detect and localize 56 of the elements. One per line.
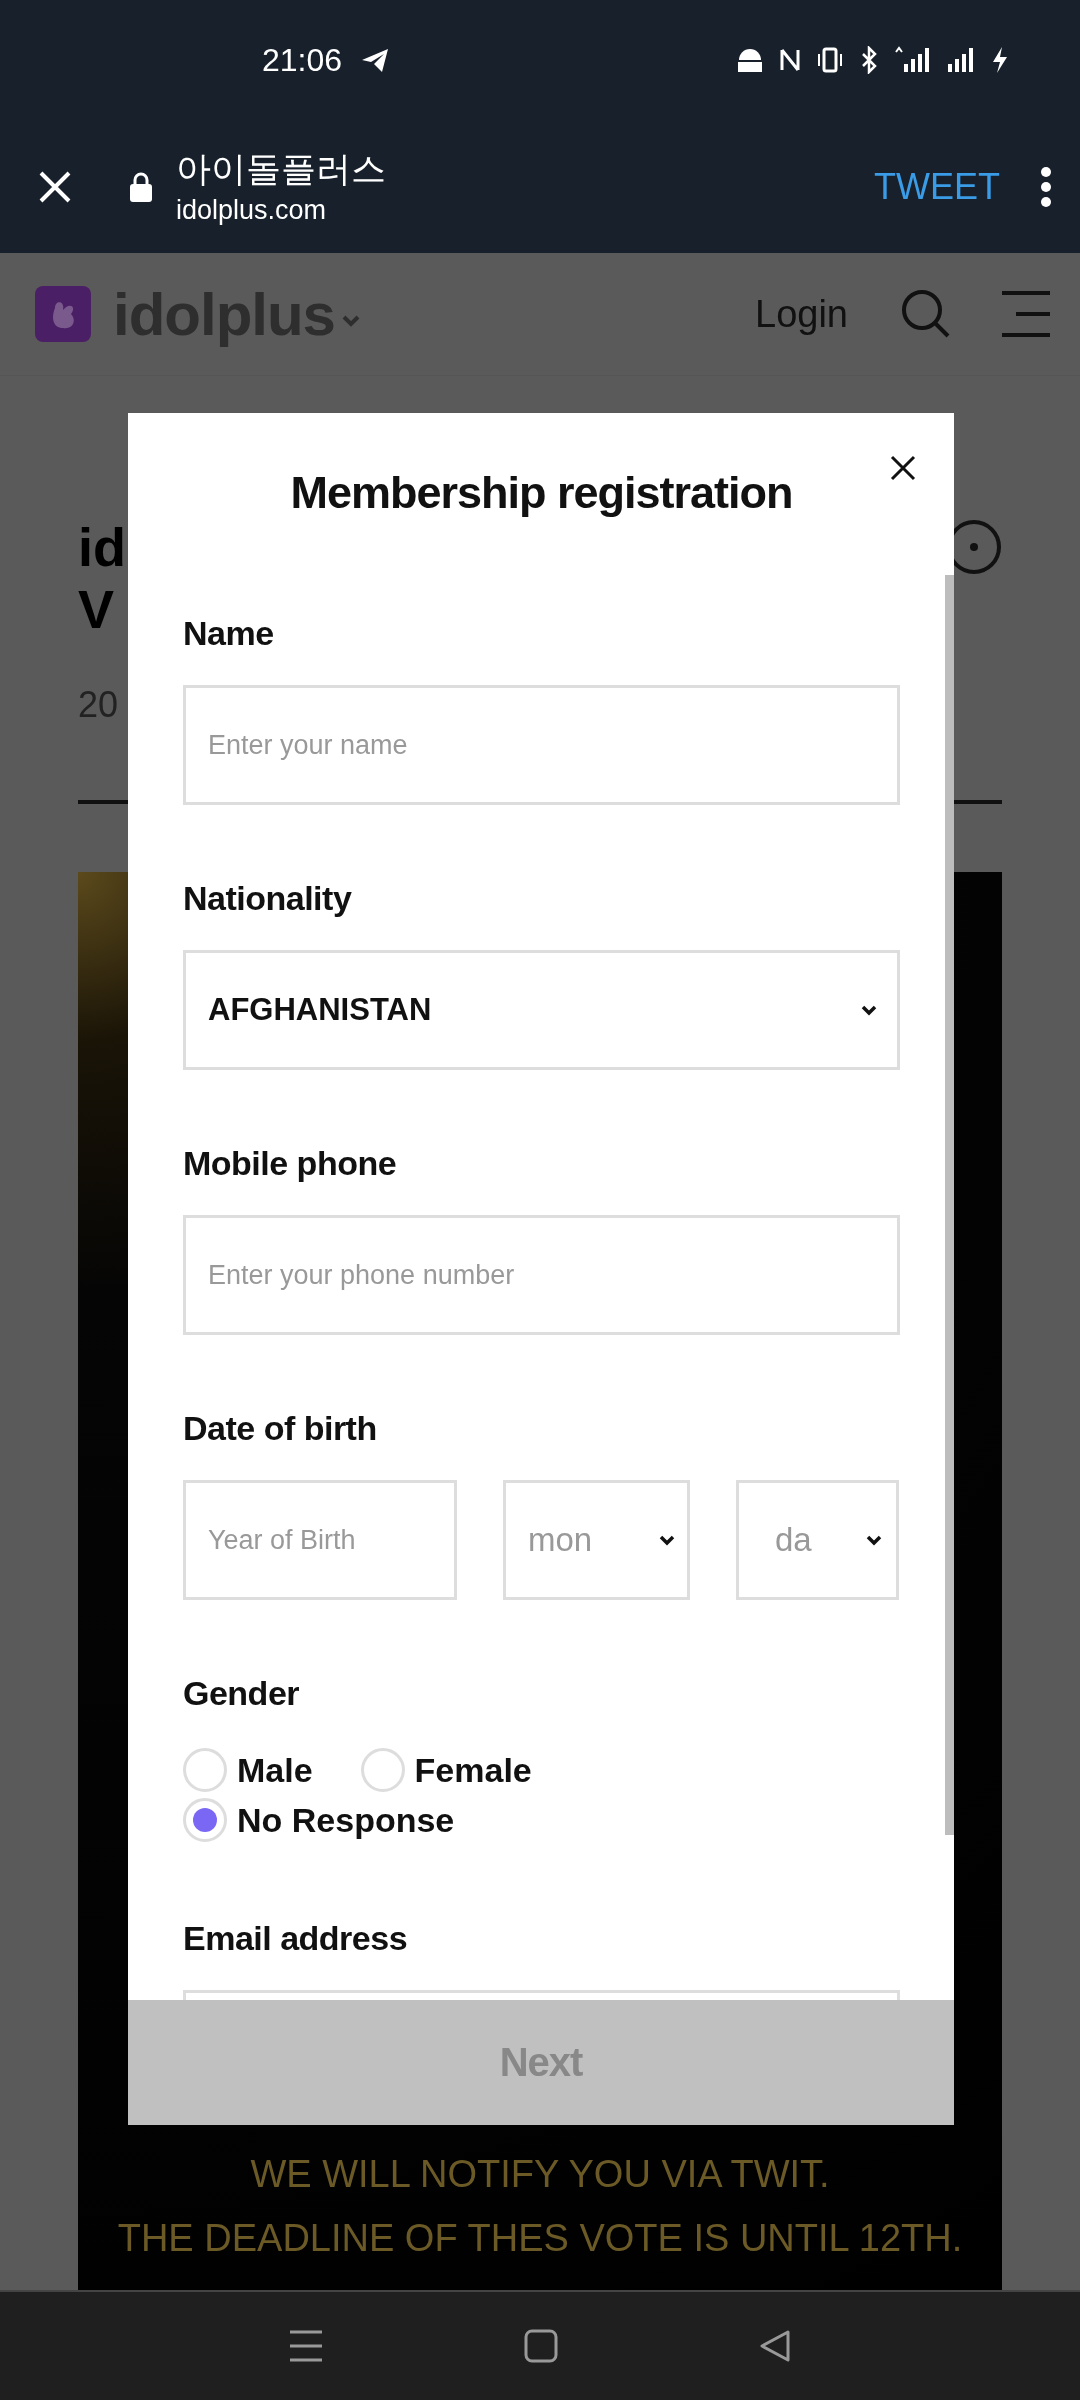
radio-button[interactable] xyxy=(183,1748,227,1792)
radio-label[interactable]: Female xyxy=(414,1750,532,1790)
chevron-down-icon xyxy=(659,1534,675,1546)
tweet-button[interactable]: TWEET xyxy=(874,165,1000,208)
dropdown-field[interactable]: AFGHANISTAN xyxy=(183,950,900,1070)
menu-icon xyxy=(288,2329,324,2363)
radio-label[interactable]: No Response xyxy=(237,1800,455,1840)
signal-icon xyxy=(894,46,932,74)
more-options-button[interactable] xyxy=(1040,165,1052,208)
charging-icon xyxy=(990,46,1010,74)
nfc-icon xyxy=(778,46,802,74)
field-label: Date of birth xyxy=(183,1408,378,1449)
chevron-down-icon xyxy=(861,1004,877,1016)
search-button[interactable] xyxy=(900,288,952,340)
chevron-down-icon xyxy=(341,313,361,327)
triangle-icon xyxy=(758,2329,792,2363)
paper-plane-icon xyxy=(360,46,391,74)
day-dropdown[interactable]: da xyxy=(736,1480,899,1600)
close-button[interactable] xyxy=(890,455,916,481)
signal-icon xyxy=(946,46,976,74)
home-button[interactable] xyxy=(524,2329,558,2363)
chevron-down-icon xyxy=(866,1534,882,1546)
field-label: Gender xyxy=(183,1673,301,1714)
month-dropdown[interactable]: mon xyxy=(503,1480,690,1600)
clock-time: 21:06 xyxy=(262,41,343,79)
notice-text: THE DEADLINE OF THES VOTE IS UNTIL 12TH. xyxy=(117,2216,963,2261)
article-date: 20 xyxy=(78,684,119,726)
dialog-title: Membership registration xyxy=(289,466,794,520)
year-field[interactable]: Year of Birth xyxy=(183,1480,457,1600)
radio-button[interactable] xyxy=(360,1748,405,1792)
logo-icon[interactable] xyxy=(35,286,91,342)
close-icon xyxy=(890,455,916,481)
lock-icon xyxy=(128,170,154,203)
recent-apps-button[interactable] xyxy=(288,2329,324,2363)
vibrate-icon xyxy=(816,46,844,74)
article-title: id xyxy=(78,516,126,578)
page-url: idolplus.com xyxy=(176,193,328,227)
menu-button[interactable] xyxy=(1002,290,1050,338)
square-icon xyxy=(524,2329,558,2363)
close-icon xyxy=(38,169,72,204)
radio-label[interactable]: Male xyxy=(237,1750,313,1790)
field-label: Email address xyxy=(183,1918,409,1959)
field-label: Name xyxy=(183,613,275,654)
article-title: V xyxy=(78,578,115,640)
scrollbar[interactable] xyxy=(945,575,954,1835)
text-field[interactable]: Enter your name xyxy=(183,685,900,805)
field-label: Mobile phone xyxy=(183,1143,398,1184)
back-button[interactable] xyxy=(758,2329,792,2363)
notice-text: WE WILL NOTIFY YOU VIA TWIT. xyxy=(250,2152,830,2197)
menu-icon xyxy=(1002,290,1050,338)
field-label: Nationality xyxy=(183,878,353,919)
text-field[interactable]: Enter your phone number xyxy=(183,1215,900,1335)
page-title: 아이돌플러스 xyxy=(176,147,387,190)
radio-button[interactable] xyxy=(183,1798,227,1842)
search-icon xyxy=(900,288,952,340)
more-icon xyxy=(1040,165,1052,208)
